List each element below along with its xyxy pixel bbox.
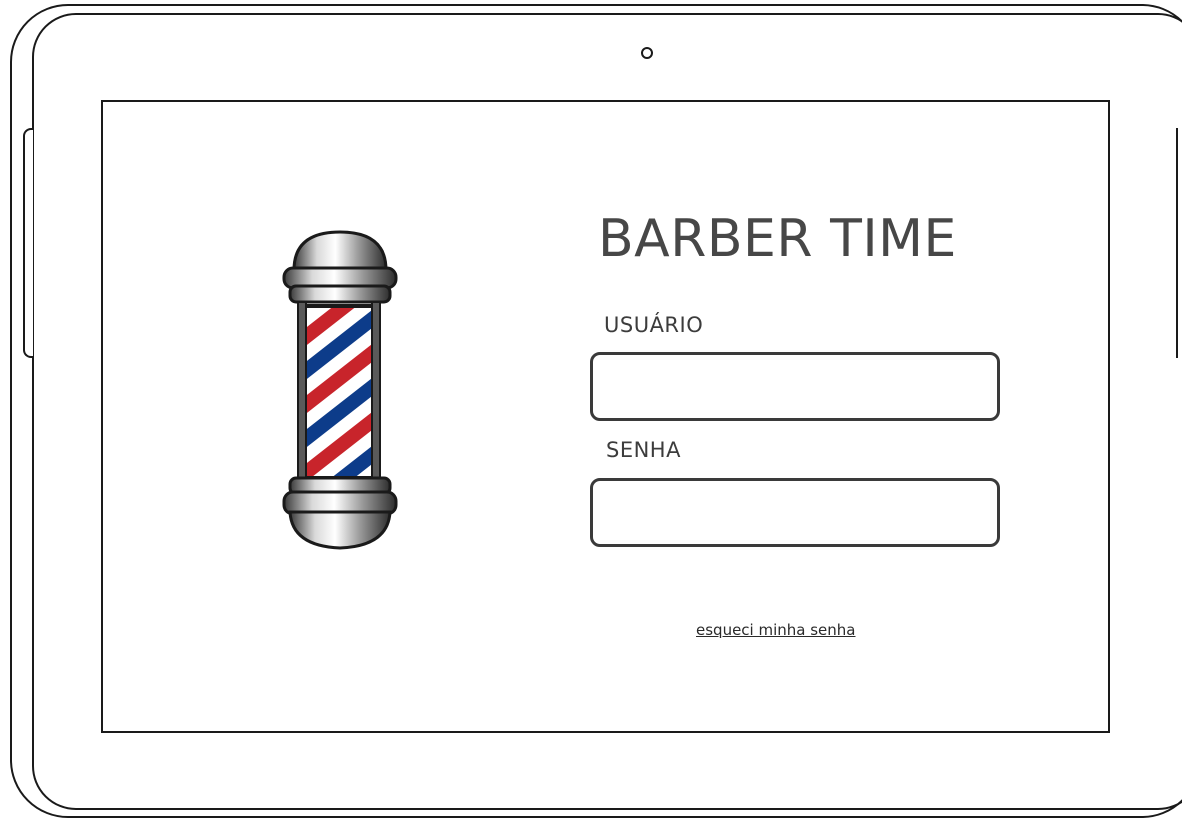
password-input[interactable] (590, 478, 1000, 547)
app-title: BARBER TIME (598, 209, 957, 269)
forgot-password-link[interactable]: esqueci minha senha (696, 621, 856, 639)
username-input[interactable] (590, 352, 1000, 421)
tablet-side-edge (1176, 128, 1182, 358)
password-label: SENHA (606, 438, 681, 462)
username-label: USUÁRIO (604, 313, 704, 337)
barber-pole-icon (282, 230, 398, 550)
tablet-side-button (23, 128, 33, 358)
camera-icon (641, 47, 653, 59)
